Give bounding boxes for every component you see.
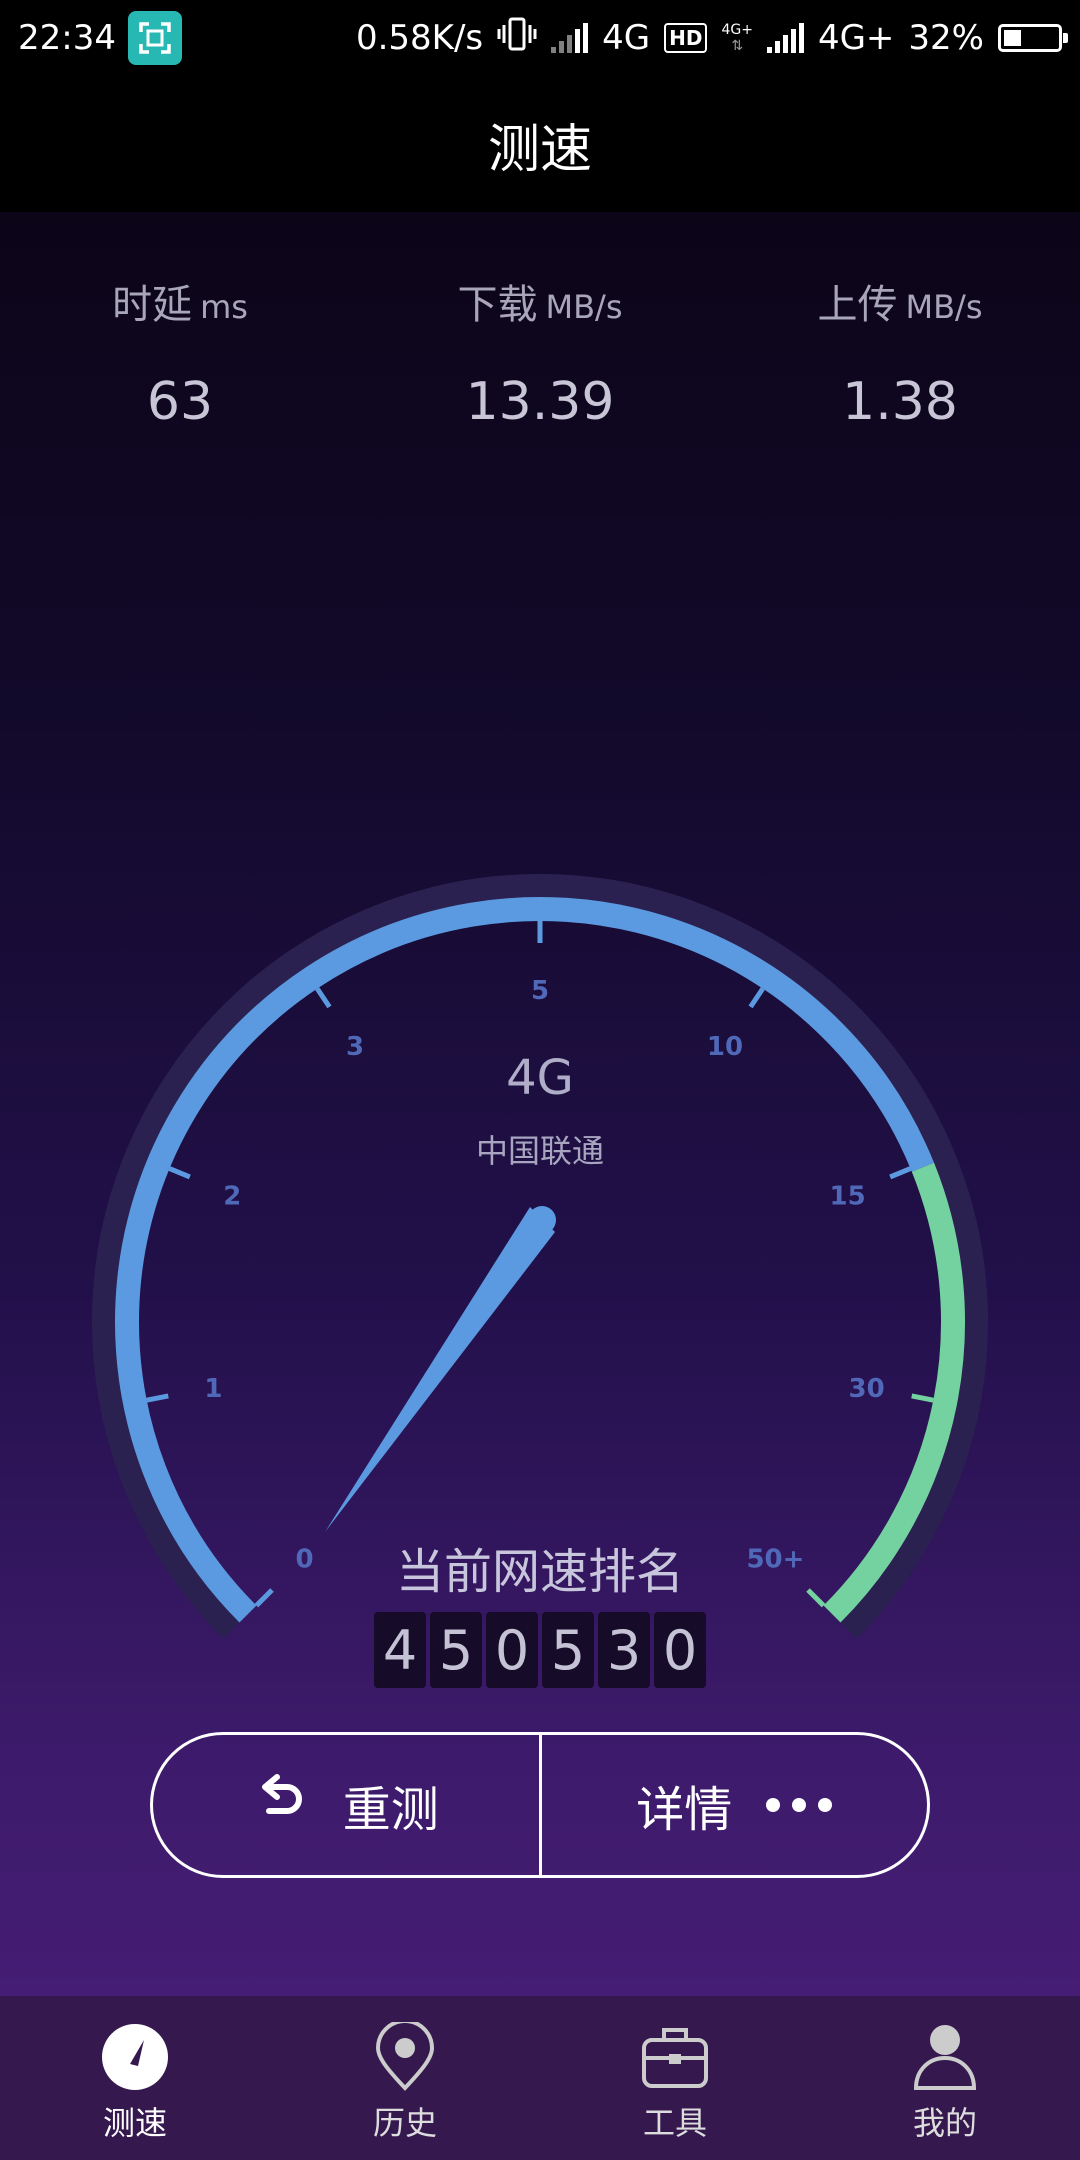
rank-digit: 5 [430,1612,482,1688]
tab-speedtest-label: 测速 [102,2104,167,2142]
metric-upload: 上传 MB/s 1.38 [740,272,1060,432]
gauge-tick [748,987,765,1009]
gauge-tick [168,1166,191,1180]
rank-title: 当前网速排名 [395,1544,684,1600]
gauge-carrier: 中国联通 [476,1132,604,1170]
metric-upload-unit: MB/s [905,288,983,326]
gauge-tick [889,1166,912,1180]
rank-digit: 4 [374,1612,426,1688]
rank-digits: 4 5 0 5 3 0 [0,1612,1080,1688]
main-content: 时延 ms 63 下载 MB/s 13.39 上传 MB/s 1.38 0 1 2 3 5 10… [0,212,1080,1996]
speedometer-icon [100,2022,170,2092]
metric-download: 下载 MB/s 13.39 [380,272,700,432]
tab-tools-label: 工具 [642,2104,707,2142]
gauge-tick-label: 3 [346,1032,364,1062]
rank-digit: 0 [654,1612,706,1688]
metric-download-unit: MB/s [545,288,623,326]
small-4g-badge: 4G+ ⇅ [721,22,753,54]
tab-profile-label: 我的 [912,2104,977,2142]
vibrate-icon [497,16,537,61]
network-label-1: 4G [602,18,651,58]
metric-latency-value: 63 [146,372,214,432]
battery-percent: 32% [908,18,984,58]
screen-record-icon [127,11,182,65]
battery-icon [998,24,1068,52]
gauge-tick-label: 15 [830,1182,866,1212]
rank-digit: 3 [598,1612,650,1688]
rank-digit: 5 [542,1612,594,1688]
gauge-tick-label: 2 [223,1182,241,1212]
signal-icon-1 [551,23,589,53]
tab-profile[interactable]: 我的 [810,1996,1080,2160]
gauge-network: 4G [506,1050,574,1106]
network-label-2: 4G+ [817,18,895,58]
signal-icon-2 [766,23,804,53]
retest-label: 重测 [342,1782,439,1838]
tab-tools[interactable]: 工具 [540,1996,810,2160]
gauge-tick-label: 1 [204,1374,222,1404]
details-label: 详情 [636,1782,733,1838]
details-button[interactable]: 详情 [542,1735,928,1875]
speed-gauge: 0123510153050+ 4G 中国联通 [92,874,988,1639]
title-bar: 测速 [0,76,1080,212]
gauge-tick [911,1393,934,1403]
tab-history-label: 历史 [372,2104,437,2142]
metric-download-label: 下载 [457,282,538,328]
metric-latency-unit: ms [200,288,248,326]
toolbox-icon [640,2022,710,2092]
retest-button[interactable]: 重测 [153,1735,539,1875]
metric-upload-label: 上传 [817,282,898,328]
bottom-tab-bar: 测速 历史 工具 我的 [0,1996,1080,2160]
status-bar: 22:34 0.58K/s 4G HD 4G+ ⇅ 4G+ 32% [0,0,1080,76]
gauge-tick [315,987,332,1009]
page-title: 测速 [487,119,592,180]
gauge-tick [146,1393,169,1403]
net-speed: 0.58K/s [355,18,484,58]
hd-badge: HD [664,23,708,53]
location-pin-icon [370,2022,440,2092]
metric-latency: 时延 ms 63 [20,272,340,432]
metric-latency-label: 时延 [112,282,193,328]
user-icon [910,2022,980,2092]
metric-upload-value: 1.38 [842,372,958,432]
tab-history[interactable]: 历史 [270,1996,540,2160]
gauge-needle [325,1206,556,1532]
gauge-tick-label: 5 [531,976,549,1006]
tab-speedtest[interactable]: 测速 [0,1996,270,2160]
action-buttons: 重测 详情 [150,1732,930,1878]
undo-icon [253,1771,309,1839]
gauge-tick-label: 10 [707,1032,743,1062]
status-time: 22:34 [18,18,116,58]
gauge-tick-label: 30 [849,1374,885,1404]
more-dots-icon [766,1798,833,1812]
metric-download-value: 13.39 [465,372,615,432]
rank-digit: 0 [486,1612,538,1688]
